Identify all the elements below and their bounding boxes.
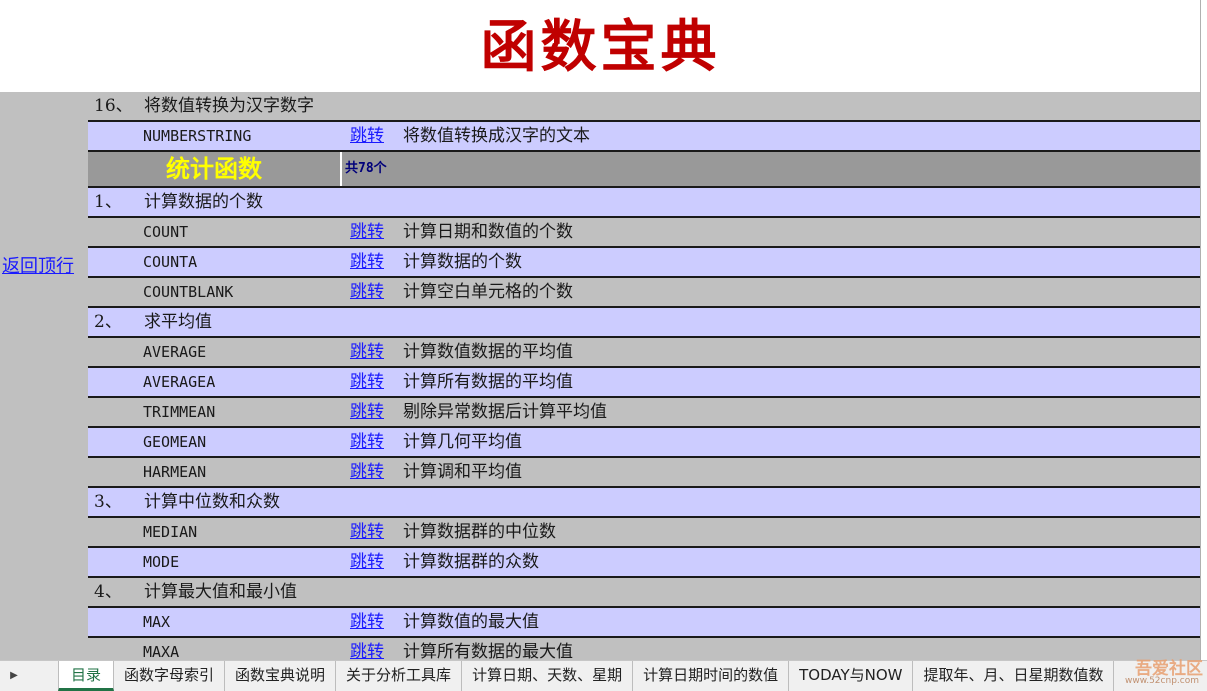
category-name: 将数值转换为汉字数字 <box>144 96 314 116</box>
function-description: 计算所有数据的平均值 <box>403 372 573 392</box>
function-name: MEDIAN <box>143 523 198 541</box>
section-title: 统计函数 <box>88 152 342 186</box>
category-name: 求平均值 <box>144 312 212 332</box>
watermark-url: www.52cnp.com <box>1124 676 1199 686</box>
jump-link[interactable]: 跳转 <box>350 278 384 306</box>
category-name: 计算中位数和众数 <box>144 492 280 512</box>
category-name: 计算数据的个数 <box>144 192 263 212</box>
jump-link[interactable]: 跳转 <box>350 122 384 150</box>
left-column: 返回顶行 <box>0 92 88 660</box>
category-number: 3、 <box>94 492 122 512</box>
category-row: 2、 求平均值 <box>88 308 1200 338</box>
function-row: COUNT 跳转 计算日期和数值的个数 <box>88 218 1200 248</box>
function-row: COUNTBLANK 跳转 计算空白单元格的个数 <box>88 278 1200 308</box>
function-description: 计算几何平均值 <box>403 432 522 452</box>
title-area: 函数宝典 <box>0 0 1201 92</box>
function-name: GEOMEAN <box>143 433 207 451</box>
function-description: 计算数值的最大值 <box>403 612 539 632</box>
jump-link[interactable]: 跳转 <box>350 548 384 576</box>
function-row: AVERAGEA 跳转 计算所有数据的平均值 <box>88 368 1200 398</box>
function-description: 计算数据的个数 <box>403 252 522 272</box>
function-description: 将数值转换成汉字的文本 <box>403 126 590 146</box>
function-description: 计算数据群的中位数 <box>403 522 556 542</box>
function-row: MAX 跳转 计算数值的最大值 <box>88 608 1200 638</box>
category-row: 4、 计算最大值和最小值 <box>88 578 1200 608</box>
jump-link[interactable]: 跳转 <box>350 398 384 426</box>
function-name: AVERAGEA <box>143 373 216 391</box>
sheet-tabs: 目录 函数字母索引 函数宝典说明 关于分析工具库 计算日期、天数、星期 计算日期时间的数值… <box>58 661 1115 691</box>
function-name: NUMBERSTRING <box>143 127 252 145</box>
sheet-tab[interactable]: 计算日期、天数、星期 <box>462 661 634 691</box>
function-row: COUNTA 跳转 计算数据的个数 <box>88 248 1200 278</box>
function-name: COUNTBLANK <box>143 283 234 301</box>
jump-link[interactable]: 跳转 <box>350 368 384 396</box>
function-description: 计算日期和数值的个数 <box>403 222 573 242</box>
jump-link[interactable]: 跳转 <box>350 428 384 456</box>
function-description: 计算数据群的众数 <box>403 552 539 572</box>
back-to-top-link[interactable]: 返回顶行 <box>2 252 74 278</box>
sheet-tab[interactable]: 函数宝典说明 <box>225 661 337 691</box>
function-name: COUNT <box>143 223 189 241</box>
function-name: MODE <box>143 553 180 571</box>
column-divider <box>1200 0 1201 660</box>
jump-link[interactable]: 跳转 <box>350 218 384 246</box>
jump-link[interactable]: 跳转 <box>350 248 384 276</box>
function-row: GEOMEAN 跳转 计算几何平均值 <box>88 428 1200 458</box>
function-name: COUNTA <box>143 253 198 271</box>
jump-link[interactable]: 跳转 <box>350 608 384 636</box>
section-header-row: 统计函数 共78个 <box>88 152 1200 188</box>
category-number: 2、 <box>94 312 122 332</box>
category-number: 16、 <box>94 96 133 116</box>
section-count: 共78个 <box>345 161 387 176</box>
function-row: MEDIAN 跳转 计算数据群的中位数 <box>88 518 1200 548</box>
function-name: TRIMMEAN <box>143 403 216 421</box>
category-number: 4、 <box>94 582 122 602</box>
jump-link[interactable]: 跳转 <box>350 458 384 486</box>
function-row: TRIMMEAN 跳转 剔除异常数据后计算平均值 <box>88 398 1200 428</box>
function-row: MODE 跳转 计算数据群的众数 <box>88 548 1200 578</box>
category-row: 1、 计算数据的个数 <box>88 188 1200 218</box>
sheet-tab-bar: ▶ 目录 函数字母索引 函数宝典说明 关于分析工具库 计算日期、天数、星期 计算日期时间的… <box>0 660 1207 691</box>
category-number: 1、 <box>94 192 122 212</box>
function-row: HARMEAN 跳转 计算调和平均值 <box>88 458 1200 488</box>
sheet-tab[interactable]: TODAY与NOW <box>789 661 914 691</box>
sheet-tab[interactable]: 关于分析工具库 <box>336 661 463 691</box>
function-description: 计算空白单元格的个数 <box>403 282 573 302</box>
sheet-tab[interactable]: 目录 <box>58 661 115 691</box>
sheet-tab[interactable]: 提取年、月、日星期数值数 <box>913 661 1115 691</box>
category-row: 3、 计算中位数和众数 <box>88 488 1200 518</box>
page-title: 函数宝典 <box>480 14 721 80</box>
sheet-tab[interactable]: 函数字母索引 <box>114 661 226 691</box>
category-name: 计算最大值和最小值 <box>144 582 297 602</box>
category-row: 16、 将数值转换为汉字数字 <box>88 92 1200 122</box>
jump-link[interactable]: 跳转 <box>350 338 384 366</box>
sheet-tab[interactable]: 计算日期时间的数值 <box>633 661 790 691</box>
jump-link[interactable]: 跳转 <box>350 518 384 546</box>
function-row: AVERAGE 跳转 计算数值数据的平均值 <box>88 338 1200 368</box>
function-row: NUMBERSTRING 跳转 将数值转换成汉字的文本 <box>88 122 1200 152</box>
function-name: HARMEAN <box>143 463 207 481</box>
function-description: 剔除异常数据后计算平均值 <box>403 402 607 422</box>
scroll-tabs-right-icon[interactable]: ▶ <box>0 661 28 691</box>
function-name: AVERAGE <box>143 343 207 361</box>
function-list: 16、 将数值转换为汉字数字 NUMBERSTRING 跳转 将数值转换成汉字的文本 统计… <box>88 92 1200 668</box>
function-name: MAX <box>143 613 171 631</box>
function-description: 计算数值数据的平均值 <box>403 342 573 362</box>
function-description: 计算调和平均值 <box>403 462 522 482</box>
